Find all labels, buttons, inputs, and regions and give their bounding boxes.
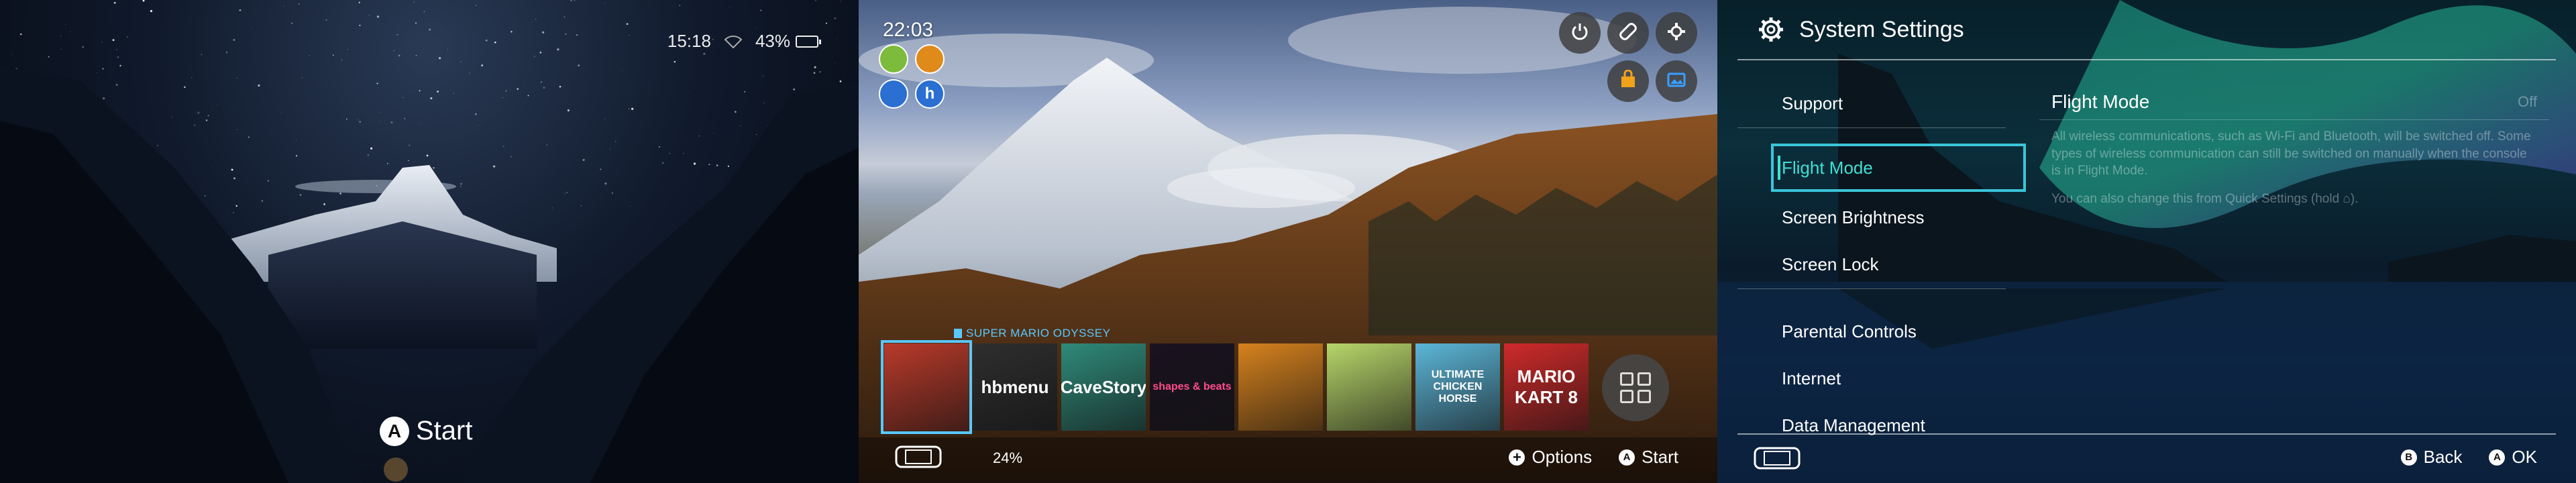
game-tile-2[interactable]: hbmenu [973, 343, 1057, 431]
footer-divider [1737, 433, 2556, 435]
user-avatar-1[interactable] [879, 44, 908, 74]
b-button-icon: B [2400, 449, 2417, 466]
system-settings: System Settings Support Flight Mode Screen… [1717, 0, 2576, 483]
menu-item-screen-lock[interactable]: Screen Lock [1771, 240, 2026, 288]
grid-icon [1620, 372, 1651, 403]
menu-item-screen-brightness[interactable]: Screen Brightness [1771, 193, 2026, 241]
back-hint[interactable]: B Back [2400, 447, 2463, 468]
game-tile-6[interactable] [1327, 343, 1411, 431]
detail-divider [2039, 119, 2549, 120]
controller-button[interactable] [1607, 12, 1649, 54]
user-avatar-3[interactable] [879, 79, 908, 109]
menu-item-parental-controls[interactable]: Parental Controls [1771, 307, 2026, 356]
detail-title: Flight Mode [2051, 91, 2150, 112]
start-button[interactable]: A Start [380, 416, 472, 446]
matterhorn-wallpaper [0, 67, 859, 483]
gear-button[interactable] [1656, 12, 1697, 54]
battery-percent: 24% [993, 449, 1023, 466]
settings-header: System Settings [1717, 0, 2576, 59]
game-tile-label: ULTIMATE CHICKEN HORSE [1431, 369, 1485, 405]
header-divider [1737, 59, 2556, 60]
wifi-icon [724, 35, 743, 48]
a-button-icon: A [1619, 449, 1635, 466]
user-avatar-2[interactable] [915, 44, 945, 74]
options-hint[interactable]: + Options [1509, 447, 1592, 468]
empty-slot [1559, 60, 1601, 102]
power-icon [1570, 21, 1590, 45]
game-tile-4[interactable]: shapes & beats [1150, 343, 1234, 431]
game-tile-1[interactable] [881, 340, 972, 434]
menu-item-flight-mode[interactable]: Flight Mode [1771, 144, 2026, 192]
clock: 15:18 [667, 31, 711, 51]
menu-item-data-management[interactable]: Data Management [1771, 401, 2026, 449]
user-avatar-4[interactable]: h [915, 79, 945, 109]
shop-button[interactable] [1607, 60, 1649, 102]
game-tile-label: hbmenu [981, 376, 1049, 397]
handheld-console-icon [895, 445, 942, 468]
selected-game-title: SUPER MARIO ODYSSEY [954, 327, 1110, 340]
button-hints: B Back A OK [2400, 447, 2537, 468]
game-tile-8[interactable]: MARIO KART 8 [1504, 343, 1589, 431]
start-label: Start [416, 416, 473, 445]
start-hint[interactable]: A Start [1619, 447, 1678, 468]
home-menu: 22:03 h SUPER MARIO ODYSSEY hbmenu CaveSt… [859, 0, 1717, 483]
battery-indicator: 43% [755, 31, 821, 52]
shop-icon [1618, 69, 1638, 93]
a-button-icon: A [2489, 449, 2506, 466]
hint-label: Options [1532, 447, 1593, 467]
system-buttons [1559, 12, 1697, 102]
game-tiles: hbmenu CaveStory shapes & beats ULTIMATE CH… [881, 340, 1589, 434]
game-tile-label: MARIO KART 8 [1515, 366, 1578, 407]
game-tile-3[interactable]: CaveStory [1061, 343, 1146, 431]
detail-value: Off [2518, 93, 2537, 110]
game-tile-7[interactable]: ULTIMATE CHICKEN HORSE [1415, 343, 1500, 431]
flight-mode-toggle-row[interactable]: Flight Mode Off [2039, 87, 2549, 117]
game-tile-label: shapes & beats [1152, 381, 1232, 392]
menu-separator [1737, 288, 2006, 289]
detail-note: You can also change this from Quick Sett… [2051, 191, 2359, 206]
ok-hint[interactable]: A OK [2489, 447, 2537, 468]
detail-description: All wireless communications, such as Wi-… [2051, 129, 2531, 178]
game-tile-label: CaveStory [1061, 376, 1146, 397]
gear-icon [1759, 17, 1783, 42]
game-title-text: SUPER MARIO ODYSSEY [966, 327, 1111, 339]
all-software-button[interactable] [1602, 354, 1669, 421]
album-button[interactable] [1656, 60, 1697, 102]
handheld-console-icon [1754, 447, 1801, 470]
album-icon [1666, 70, 1686, 93]
lock-screen: 15:18 43% A Start [0, 0, 859, 483]
menu-item-support[interactable]: Support [1771, 79, 2026, 127]
battery-percent: 43% [755, 31, 790, 51]
battery-icon [796, 35, 821, 48]
menu-separator [1737, 127, 2006, 128]
power-button[interactable] [1559, 12, 1601, 54]
page-title: System Settings [1799, 16, 1964, 42]
hint-label: OK [2512, 447, 2537, 467]
hint-label: Start [1642, 447, 1678, 467]
gear-icon [1666, 21, 1686, 45]
button-hints: + Options A Start [1509, 447, 1678, 468]
game-tile-5[interactable] [1238, 343, 1323, 431]
status-bar: 15:18 43% [667, 31, 821, 52]
game-card-icon [954, 329, 962, 338]
plus-button-icon: + [1509, 449, 1525, 466]
menu-item-internet[interactable]: Internet [1771, 354, 2026, 402]
detail-pane: Flight Mode Off All wireless communicati… [2039, 87, 2549, 207]
controller-icon [1618, 21, 1638, 45]
clock: 22:03 [883, 19, 934, 41]
hint-label: Back [2423, 447, 2463, 467]
a-button-icon: A [380, 416, 409, 446]
user-list: h [879, 44, 946, 109]
